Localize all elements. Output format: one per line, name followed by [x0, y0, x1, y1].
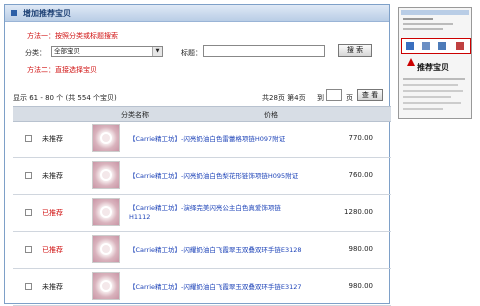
- method2-label: 方法二：直接选择宝贝: [27, 66, 97, 74]
- preview-header-bar: [401, 10, 469, 15]
- preview-icon: [456, 42, 464, 50]
- preview-line: [403, 108, 443, 110]
- search-button[interactable]: 搜 索: [338, 44, 372, 57]
- product-thumbnail[interactable]: [92, 198, 120, 226]
- product-thumbnail[interactable]: [92, 272, 120, 300]
- preview-icon: [422, 42, 430, 50]
- table-row: 已推荐 【Carrie精工坊】-闪耀奶油白飞霞翠玉双叠双环手链E3128 980…: [13, 232, 391, 269]
- row-price: 1280.00: [344, 208, 373, 216]
- product-link[interactable]: 【Carrie精工坊】-闪耀奶油白飞霞翠玉双叠双环手链E3127: [129, 283, 319, 292]
- row-status: 未推荐: [42, 172, 63, 180]
- row-status: 已推荐: [42, 209, 63, 217]
- column-price: 价格: [264, 111, 278, 119]
- panel-header: 增加推荐宝贝: [5, 5, 389, 22]
- row-status: 已推荐: [42, 246, 63, 254]
- row-price: 770.00: [348, 134, 374, 142]
- preview-line: [403, 102, 461, 104]
- table-row: 未推荐 【Carrie精工坊】-闪亮奶油白色雷蕾格项链H097附证 770.00: [13, 121, 391, 158]
- row-price: 980.00: [348, 245, 374, 253]
- preview-line: [403, 96, 451, 98]
- category-label: 分类：: [25, 49, 46, 57]
- row-checkbox[interactable]: [25, 135, 32, 142]
- product-link[interactable]: 【Carrie精工坊】-闪亮奶油白色雷蕾格项链H097附证: [129, 135, 319, 144]
- preview-icon-row: [401, 38, 471, 54]
- chevron-down-icon[interactable]: ▼: [152, 47, 162, 56]
- preview-icon: [438, 42, 446, 50]
- goto-prefix: 到: [317, 94, 324, 102]
- page-number-input[interactable]: [326, 89, 342, 101]
- header-icon: [11, 10, 17, 16]
- preview-line: [403, 78, 465, 80]
- preview-line: [403, 23, 453, 25]
- result-summary: 显示 61 - 80 个 (共 554 个宝贝): [13, 94, 117, 102]
- product-link[interactable]: 【Carrie精工坊】-闪亮奶油白色梨花形链饰项链H095附证: [129, 172, 319, 181]
- row-status: 未推荐: [42, 283, 63, 291]
- preview-icon: [406, 42, 414, 50]
- row-checkbox[interactable]: [25, 283, 32, 290]
- row-checkbox[interactable]: [25, 209, 32, 216]
- preview-callout: 推荐宝贝: [417, 63, 449, 72]
- table-row: 未推荐 【Carrie精工坊】-闪耀奶油白飞霞翠玉双叠双环手链E3127 980…: [13, 269, 391, 306]
- preview-line: [403, 28, 443, 30]
- product-thumbnail[interactable]: [92, 124, 120, 152]
- table-row: 已推荐 【Carrie精工坊】-演绎完美闪亮公主白色真爱饰项链H1112 128…: [13, 195, 391, 232]
- recommend-panel: 增加推荐宝贝 方法一：按照分类或标题搜索 分类： 全部宝贝 ▼ 标题： 搜 索 …: [4, 4, 391, 306]
- product-thumbnail[interactable]: [92, 235, 120, 263]
- product-link[interactable]: 【Carrie精工坊】-闪耀奶油白飞霞翠玉双叠双环手链E3128: [129, 246, 319, 255]
- preview-line: [403, 90, 463, 92]
- product-thumbnail[interactable]: [92, 161, 120, 189]
- row-checkbox[interactable]: [25, 246, 32, 253]
- method1-label: 方法一：按照分类或标题搜索: [27, 32, 118, 40]
- row-price: 980.00: [348, 282, 374, 290]
- title-input[interactable]: [203, 45, 325, 57]
- panel-title: 增加推荐宝贝: [23, 9, 71, 18]
- row-checkbox[interactable]: [25, 172, 32, 179]
- preview-line: [403, 18, 433, 20]
- category-select[interactable]: 全部宝贝 ▼: [51, 46, 163, 57]
- preview-thumbnail: 推荐宝贝: [398, 7, 472, 119]
- product-link[interactable]: 【Carrie精工坊】-演绎完美闪亮公主白色真爱饰项链H1112: [129, 204, 299, 222]
- goto-suffix: 页: [346, 94, 353, 102]
- view-page-button[interactable]: 查 看: [357, 89, 383, 101]
- arrow-icon: [407, 58, 415, 66]
- table-header: 分类名称 价格: [13, 106, 391, 122]
- page-info: 共28页 第4页: [262, 94, 306, 102]
- table-row: 未推荐 【Carrie精工坊】-闪亮奶油白色梨花形链饰项链H095附证 760.…: [13, 158, 391, 195]
- column-name: 分类名称: [121, 111, 149, 119]
- preview-line: [403, 84, 458, 86]
- row-price: 760.00: [348, 171, 374, 179]
- title-label: 标题：: [181, 49, 202, 57]
- row-status: 未推荐: [42, 135, 63, 143]
- category-select-value: 全部宝贝: [54, 47, 80, 55]
